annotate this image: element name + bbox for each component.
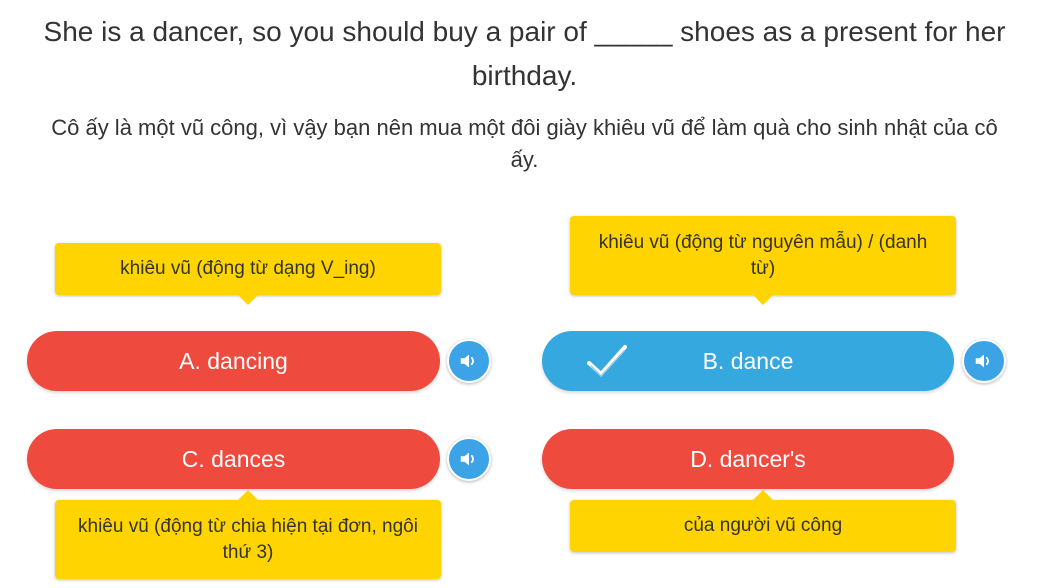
hint-option-d: của người vũ công [570, 490, 956, 552]
question-translation: Cô ấy là một vũ công, vì vậy bạn nên mua… [51, 115, 998, 172]
hint-option-c: khiêu vũ (động từ chia hiện tại đơn, ngô… [55, 490, 441, 579]
hint-option-b: khiêu vũ (động từ nguyên mẫu) / (danh từ… [570, 216, 956, 305]
option-c-label: C. dances [181, 445, 286, 472]
speaker-icon[interactable] [962, 339, 1006, 383]
option-b-button[interactable]: B. dance [542, 331, 954, 391]
option-c-button[interactable]: C. dances [27, 429, 440, 489]
check-icon [587, 345, 627, 378]
option-d-button[interactable]: D. dancer's [542, 429, 954, 489]
speaker-icon[interactable] [447, 437, 491, 481]
speaker-glyph [460, 354, 475, 368]
option-a-button[interactable]: A. dancing [27, 331, 440, 391]
option-d-label: D. dancer's [690, 445, 806, 472]
hint-option-a: khiêu vũ (động từ dạng V_ing) [55, 243, 441, 305]
speaker-glyph [460, 452, 475, 466]
option-a-label: A. dancing [179, 347, 288, 374]
option-b-label: B. dance [702, 347, 794, 374]
question-text: She is a dancer, so you should buy a pai… [43, 16, 1006, 91]
speaker-icon[interactable] [447, 339, 491, 383]
speaker-glyph [975, 354, 990, 368]
